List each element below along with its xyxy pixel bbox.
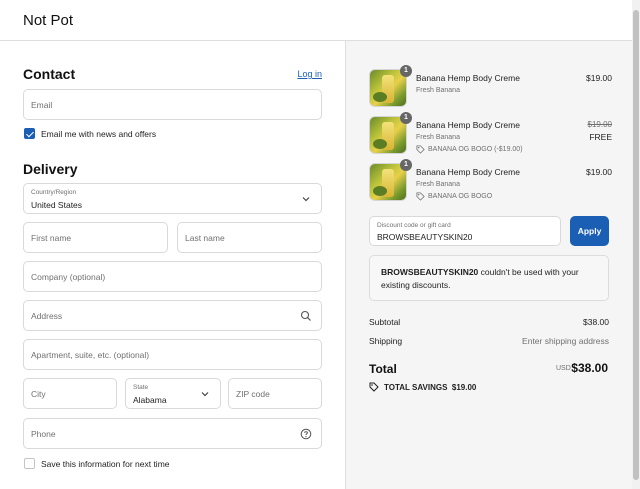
cart-item: 1 Banana Hemp Body Creme Fresh Banana BA… <box>369 112 612 156</box>
discount-code-label: Discount code or gift card <box>377 222 451 229</box>
item-name: Banana Hemp Body Creme <box>416 73 520 83</box>
zip-placeholder: ZIP code <box>236 389 270 399</box>
country-label: Country/Region <box>31 189 77 196</box>
state-value: Alabama <box>133 395 167 405</box>
order-summary: 1 Banana Hemp Body Creme Fresh Banana $1… <box>345 41 640 489</box>
quantity-badge: 1 <box>400 65 412 77</box>
total-savings: TOTAL SAVINGS $19.00 <box>369 382 476 392</box>
checkout-form: Contact Log in Email Email me with news … <box>0 41 345 489</box>
store-name[interactable]: Not Pot <box>23 12 73 29</box>
contact-title: Contact <box>23 66 76 82</box>
news-label: Email me with news and offers <box>41 128 157 139</box>
search-icon <box>300 310 311 321</box>
apply-button[interactable]: Apply <box>570 216 609 246</box>
email-placeholder: Email <box>31 100 53 110</box>
email-field[interactable]: Email <box>23 89 322 120</box>
zip-field[interactable]: ZIP code <box>228 378 322 409</box>
savings-label: TOTAL SAVINGS <box>384 382 448 392</box>
discount-text: BANANA OG BOGO (-$19.00) <box>428 146 523 153</box>
phone-placeholder: Phone <box>31 429 56 439</box>
save-info-checkbox[interactable] <box>24 458 35 469</box>
item-original-price: $19.00 <box>587 120 612 129</box>
phone-field[interactable]: Phone <box>23 418 322 449</box>
quantity-badge: 1 <box>400 159 412 171</box>
discount-code-field[interactable]: Discount code or gift card BROWSBEAUTYSK… <box>369 216 561 246</box>
discount-code-value: BROWSBEAUTYSKIN20 <box>377 232 473 242</box>
country-select[interactable]: Country/Region United States <box>23 183 322 214</box>
login-link[interactable]: Log in <box>297 69 322 79</box>
news-checkbox-row[interactable]: Email me with news and offers <box>24 128 156 139</box>
last-name-field[interactable]: Last name <box>177 222 322 253</box>
address-field[interactable]: Address <box>23 300 322 331</box>
total-amount: $38.00 <box>571 361 608 375</box>
first-name-field[interactable]: First name <box>23 222 168 253</box>
cart-item: 1 Banana Hemp Body Creme Fresh Banana $1… <box>369 65 612 109</box>
item-price: FREE <box>589 132 612 142</box>
discount-error-message: BROWSBEAUTYSKIN20 couldn't be used with … <box>369 255 609 301</box>
first-name-placeholder: First name <box>31 233 72 243</box>
state-select[interactable]: State Alabama <box>125 378 221 409</box>
save-info-label: Save this information for next time <box>41 458 170 469</box>
shipping-value: Enter shipping address <box>522 336 609 346</box>
state-label: State <box>133 384 149 391</box>
tag-icon <box>369 382 379 392</box>
country-value: United States <box>31 200 83 210</box>
item-variant: Fresh Banana <box>416 87 460 94</box>
address-placeholder: Address <box>31 311 63 321</box>
city-placeholder: City <box>31 389 46 399</box>
company-placeholder: Company (optional) <box>31 272 106 282</box>
apartment-field[interactable]: Apartment, suite, etc. (optional) <box>23 339 322 370</box>
company-field[interactable]: Company (optional) <box>23 261 322 292</box>
savings-value: $19.00 <box>451 382 477 392</box>
item-discount: BANANA OG BOGO <box>416 192 492 201</box>
item-name: Banana Hemp Body Creme <box>416 167 520 177</box>
total-label: Total <box>369 362 397 376</box>
quantity-badge: 1 <box>400 112 412 124</box>
city-field[interactable]: City <box>23 378 117 409</box>
item-variant: Fresh Banana <box>416 134 460 141</box>
discount-text: BANANA OG BOGO <box>428 193 493 200</box>
chevron-down-icon <box>201 392 209 397</box>
page-scrollbar[interactable] <box>632 0 640 489</box>
item-price: $19.00 <box>586 167 612 177</box>
total-currency: USD <box>556 365 571 372</box>
chevron-down-icon <box>302 197 310 202</box>
scrollbar-thumb[interactable] <box>633 10 639 480</box>
item-variant: Fresh Banana <box>416 181 460 188</box>
news-checkbox[interactable] <box>24 128 35 139</box>
header: Not Pot <box>0 0 640 41</box>
last-name-placeholder: Last name <box>185 233 225 243</box>
shipping-label: Shipping <box>369 336 403 346</box>
save-info-row[interactable]: Save this information for next time <box>24 458 170 469</box>
tag-icon <box>416 192 425 201</box>
tag-icon <box>416 145 425 154</box>
apartment-placeholder: Apartment, suite, etc. (optional) <box>31 350 150 360</box>
delivery-title: Delivery <box>23 161 78 177</box>
item-discount: BANANA OG BOGO (-$19.00) <box>416 145 523 154</box>
item-price: $19.00 <box>586 73 612 83</box>
error-code: BROWSBEAUTYSKIN20 <box>381 267 479 277</box>
subtotal-value: $38.00 <box>583 317 609 327</box>
cart-item: 1 Banana Hemp Body Creme Fresh Banana BA… <box>369 159 612 203</box>
help-icon[interactable] <box>300 428 312 440</box>
item-name: Banana Hemp Body Creme <box>416 120 520 130</box>
subtotal-label: Subtotal <box>369 317 401 327</box>
